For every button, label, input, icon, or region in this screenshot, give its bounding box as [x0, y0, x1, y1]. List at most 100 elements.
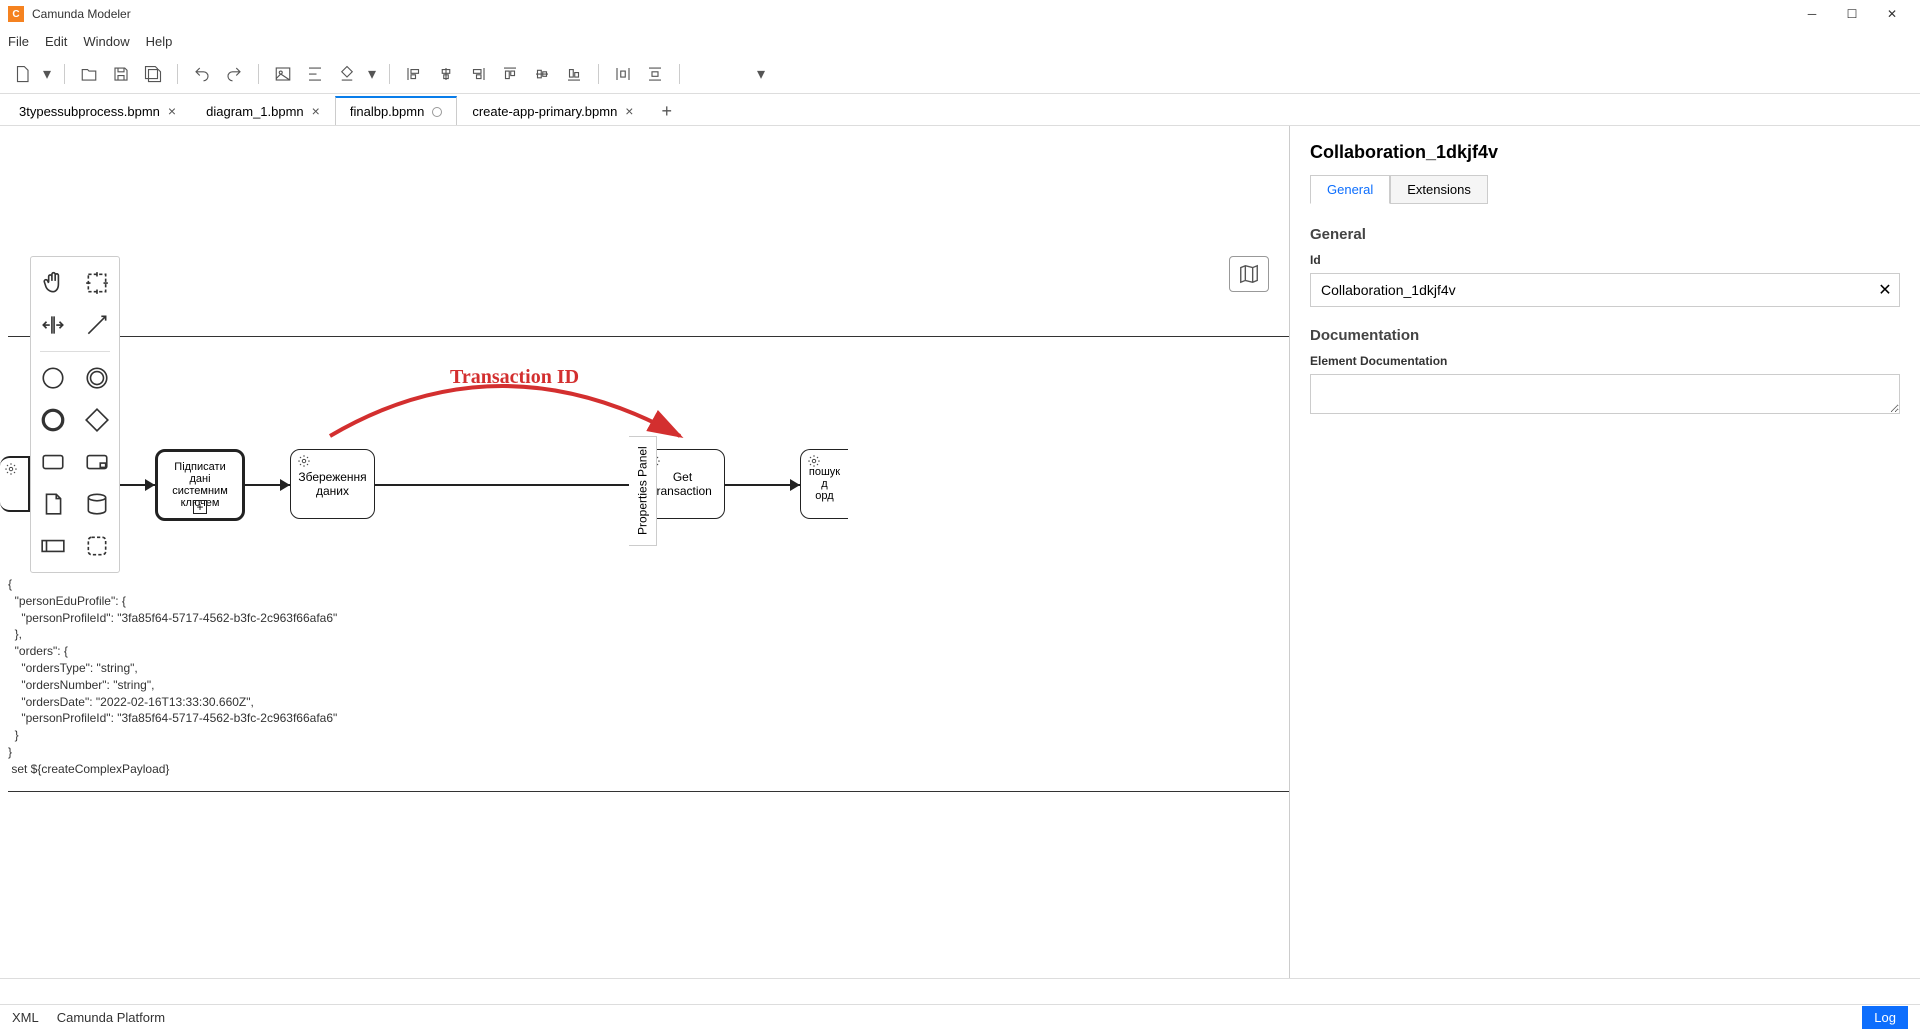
- align-top-button[interactable]: [496, 60, 524, 88]
- group-tool[interactable]: [77, 526, 117, 566]
- json-snippet-text: { "personEduProfile": { "personProfileId…: [8, 576, 337, 778]
- minimize-button[interactable]: ─: [1792, 0, 1832, 28]
- arrow-icon: [145, 479, 155, 491]
- section-general: General: [1310, 226, 1900, 243]
- menu-edit[interactable]: Edit: [45, 34, 67, 49]
- subprocess-tool[interactable]: [77, 442, 117, 482]
- gear-icon: [297, 454, 311, 468]
- title-bar: C Camunda Modeler ─ ☐ ✕: [0, 0, 1920, 28]
- id-label: Id: [1310, 253, 1900, 267]
- menu-bar: File Edit Window Help: [0, 28, 1920, 54]
- status-platform[interactable]: Camunda Platform: [57, 1010, 165, 1025]
- space-tool[interactable]: [33, 305, 73, 345]
- toolbar: ▾ ▾ ▾: [0, 54, 1920, 94]
- new-dropdown[interactable]: ▾: [40, 60, 54, 88]
- status-bar: XML Camunda Platform Log: [0, 1004, 1920, 1030]
- tab-finalbp[interactable]: finalbp.bpmn: [335, 96, 457, 125]
- deploy-button[interactable]: [690, 60, 718, 88]
- close-icon[interactable]: ×: [625, 103, 633, 119]
- task-search-order[interactable]: пошук д орд: [800, 449, 848, 519]
- sequence-flow[interactable]: [375, 484, 640, 486]
- tab-bar: 3typessubprocess.bpmn × diagram_1.bpmn ×…: [0, 94, 1920, 126]
- subprocess-marker-icon: +: [193, 500, 207, 514]
- data-store-tool[interactable]: [77, 484, 117, 524]
- run-button[interactable]: [722, 60, 750, 88]
- menu-window[interactable]: Window: [83, 34, 129, 49]
- align-right-button[interactable]: [464, 60, 492, 88]
- save-button[interactable]: [107, 60, 135, 88]
- tab-3typessubprocess[interactable]: 3typessubprocess.bpmn ×: [4, 96, 191, 125]
- menu-file[interactable]: File: [8, 34, 29, 49]
- task-tool[interactable]: [33, 442, 73, 482]
- task-label: Збереження даних: [297, 470, 368, 498]
- pool-lane-border: [8, 791, 1289, 792]
- diagram-canvas[interactable]: Підписати дані системним ключем + Збереж…: [0, 126, 1290, 978]
- documentation-textarea[interactable]: [1310, 374, 1900, 414]
- run-dropdown[interactable]: ▾: [754, 60, 768, 88]
- redo-button[interactable]: [220, 60, 248, 88]
- task-label: пошук д орд: [807, 466, 842, 502]
- participant-tool[interactable]: [33, 526, 73, 566]
- global-connect-tool[interactable]: [77, 305, 117, 345]
- app-title: Camunda Modeler: [32, 7, 131, 21]
- arrow-icon: [280, 479, 290, 491]
- tab-label: finalbp.bpmn: [350, 104, 424, 119]
- id-input[interactable]: [1311, 274, 1871, 306]
- align-bottom-button[interactable]: [560, 60, 588, 88]
- properties-panel-toggle[interactable]: Properties Panel: [629, 436, 657, 546]
- app-icon: C: [8, 6, 24, 22]
- tab-diagram1[interactable]: diagram_1.bpmn ×: [191, 96, 335, 125]
- properties-panel: Collaboration_1dkjf4v General Extensions…: [1290, 126, 1920, 978]
- minimap-toggle[interactable]: [1229, 256, 1269, 292]
- task-save-data[interactable]: Збереження даних: [290, 449, 375, 519]
- start-event-tool[interactable]: [33, 358, 73, 398]
- pool-lane-border: [8, 336, 1289, 337]
- dirty-indicator-icon: [432, 107, 442, 117]
- gateway-tool[interactable]: [77, 400, 117, 440]
- undo-button[interactable]: [188, 60, 216, 88]
- tab-label: diagram_1.bpmn: [206, 104, 304, 119]
- tab-label: create-app-primary.bpmn: [472, 104, 617, 119]
- open-button[interactable]: [75, 60, 103, 88]
- section-documentation: Documentation: [1310, 327, 1900, 344]
- align-left-button[interactable]: [400, 60, 428, 88]
- task-partial-left[interactable]: [0, 456, 30, 512]
- lasso-tool[interactable]: [77, 263, 117, 303]
- properties-tab-extensions[interactable]: Extensions: [1390, 175, 1488, 204]
- status-log-button[interactable]: Log: [1862, 1006, 1908, 1029]
- properties-tab-general[interactable]: General: [1310, 175, 1390, 204]
- distribute-v-button[interactable]: [641, 60, 669, 88]
- properties-title: Collaboration_1dkjf4v: [1310, 142, 1900, 163]
- task-sign-data[interactable]: Підписати дані системним ключем +: [155, 449, 245, 521]
- doc-label: Element Documentation: [1310, 354, 1900, 368]
- end-event-tool[interactable]: [33, 400, 73, 440]
- tool-palette: [30, 256, 120, 573]
- tab-label: 3typessubprocess.bpmn: [19, 104, 160, 119]
- new-tab-button[interactable]: +: [648, 100, 685, 122]
- task-label: Get transaction: [647, 470, 718, 498]
- sequence-flow[interactable]: [725, 484, 800, 486]
- tab-create-app-primary[interactable]: create-app-primary.bpmn ×: [457, 96, 648, 125]
- color-button[interactable]: [333, 60, 361, 88]
- new-file-button[interactable]: [8, 60, 36, 88]
- image-button[interactable]: [269, 60, 297, 88]
- close-icon[interactable]: ×: [312, 103, 320, 119]
- save-all-button[interactable]: [139, 60, 167, 88]
- close-button[interactable]: ✕: [1872, 0, 1912, 28]
- menu-help[interactable]: Help: [146, 34, 173, 49]
- data-object-tool[interactable]: [33, 484, 73, 524]
- close-icon[interactable]: ×: [168, 103, 176, 119]
- gear-icon: [807, 454, 821, 468]
- intermediate-event-tool[interactable]: [77, 358, 117, 398]
- arrow-icon: [790, 479, 800, 491]
- format-button[interactable]: [301, 60, 329, 88]
- align-middle-button[interactable]: [528, 60, 556, 88]
- annotation-label: Transaction ID: [450, 366, 579, 389]
- color-dropdown[interactable]: ▾: [365, 60, 379, 88]
- distribute-h-button[interactable]: [609, 60, 637, 88]
- clear-id-button[interactable]: ✕: [1871, 280, 1899, 300]
- maximize-button[interactable]: ☐: [1832, 0, 1872, 28]
- status-xml[interactable]: XML: [12, 1010, 39, 1025]
- align-center-button[interactable]: [432, 60, 460, 88]
- hand-tool[interactable]: [33, 263, 73, 303]
